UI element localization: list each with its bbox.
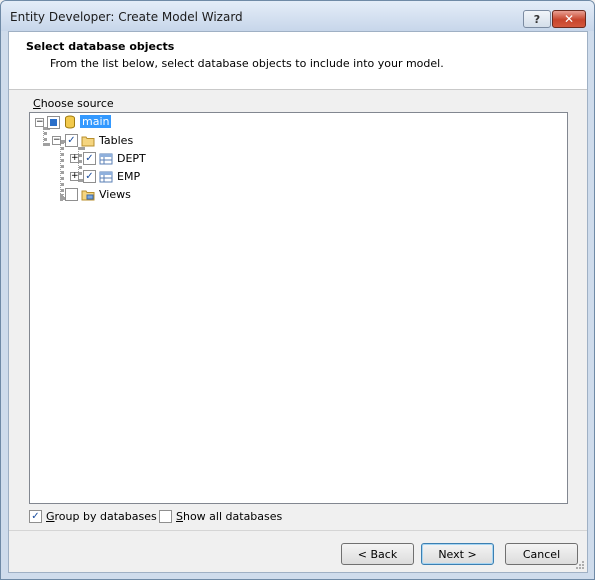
- table-icon: [99, 153, 113, 165]
- checkbox-main[interactable]: [47, 116, 60, 129]
- help-button[interactable]: ?: [523, 10, 551, 28]
- choose-source-label: Choose source: [33, 97, 114, 110]
- choose-source-text: hoose source: [40, 97, 114, 110]
- choose-source-mnemonic: C: [33, 97, 41, 110]
- checkbox-tables[interactable]: ✓: [65, 134, 78, 147]
- resize-grip-icon[interactable]: [575, 560, 585, 570]
- show-all-databases-option[interactable]: Show all databases: [159, 510, 282, 523]
- title-bar[interactable]: Entity Developer: Create Model Wizard ? …: [1, 1, 594, 31]
- show-all-text: how all databases: [182, 510, 283, 523]
- tree-node-emp[interactable]: EMP: [117, 170, 140, 183]
- wizard-window: Entity Developer: Create Model Wizard ? …: [0, 0, 595, 580]
- help-icon: ?: [533, 12, 541, 26]
- checkbox-views[interactable]: [65, 188, 78, 201]
- back-button[interactable]: < Back: [341, 543, 414, 565]
- window-title: Entity Developer: Create Model Wizard: [10, 10, 243, 24]
- checkbox-emp[interactable]: ✓: [83, 170, 96, 183]
- expand-toggle-emp[interactable]: +: [70, 172, 79, 181]
- source-tree[interactable]: − main − ✓ Tables + ✓ DEPT + ✓ EMP Views: [29, 112, 568, 504]
- next-button[interactable]: Next >: [421, 543, 494, 565]
- collapse-toggle-tables[interactable]: −: [52, 136, 61, 145]
- tree-node-main[interactable]: main: [80, 115, 112, 128]
- expand-toggle-dept[interactable]: +: [70, 154, 79, 163]
- group-by-databases-label: Group by databases: [46, 510, 157, 523]
- button-separator: [9, 530, 587, 531]
- cancel-button[interactable]: Cancel: [505, 543, 578, 565]
- views-folder-icon: [81, 190, 95, 201]
- page-subtitle: From the list below, select database obj…: [50, 57, 444, 70]
- group-by-mnemonic: G: [46, 510, 55, 523]
- folder-icon: [81, 136, 95, 147]
- wizard-header: Select database objects From the list be…: [9, 32, 587, 90]
- collapse-toggle-main[interactable]: −: [35, 118, 44, 127]
- checkbox-dept[interactable]: ✓: [83, 152, 96, 165]
- tree-line: [60, 140, 64, 200]
- close-icon: ✕: [563, 12, 575, 26]
- show-all-mnemonic: S: [176, 510, 183, 523]
- tree-node-dept[interactable]: DEPT: [117, 152, 146, 165]
- database-icon: [65, 115, 75, 129]
- table-icon: [99, 171, 113, 183]
- show-all-databases-checkbox[interactable]: [159, 510, 172, 523]
- show-all-databases-label: Show all databases: [176, 510, 282, 523]
- wizard-body: Select database objects From the list be…: [8, 31, 588, 573]
- tree-line: [43, 127, 47, 146]
- group-by-databases-checkbox[interactable]: ✓: [29, 510, 42, 523]
- page-title: Select database objects: [26, 40, 175, 53]
- close-button[interactable]: ✕: [552, 10, 586, 28]
- tree-node-views[interactable]: Views: [99, 188, 131, 201]
- group-by-databases-option[interactable]: ✓ Group by databases: [29, 510, 157, 523]
- tree-node-tables[interactable]: Tables: [99, 134, 133, 147]
- group-by-text: roup by databases: [54, 510, 157, 523]
